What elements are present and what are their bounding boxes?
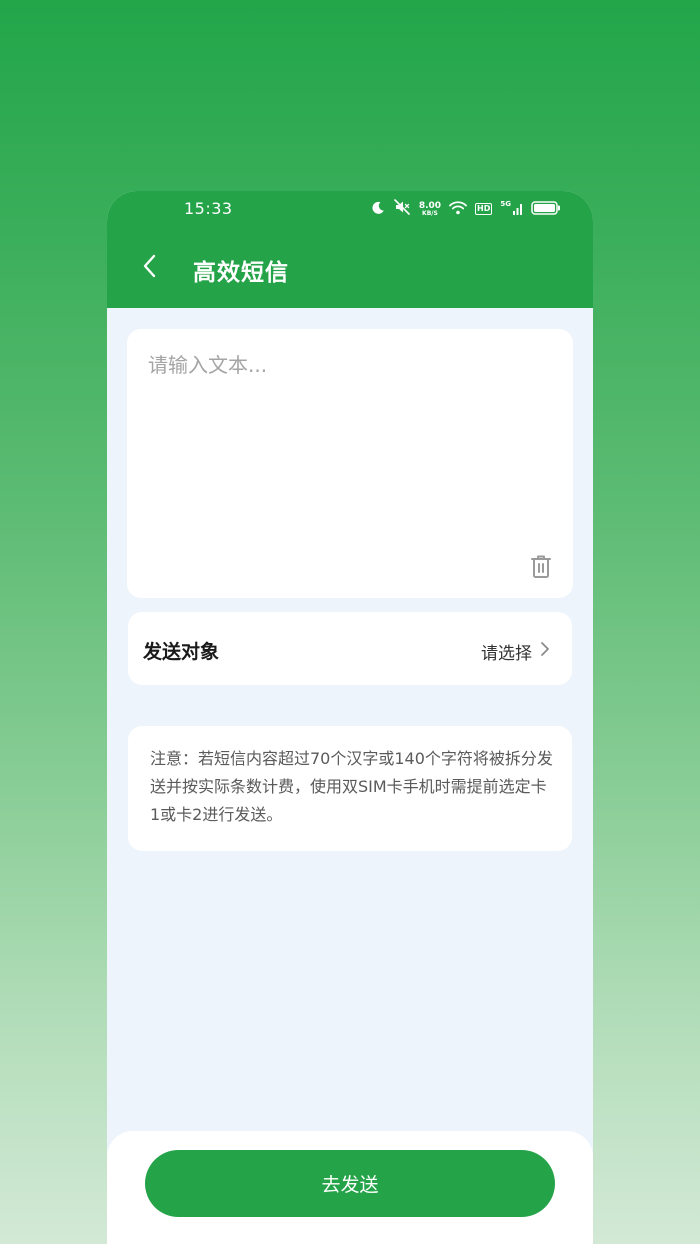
hd-badge: HD: [475, 203, 493, 215]
battery-icon: [531, 200, 561, 219]
chevron-right-icon: [540, 640, 550, 658]
mute-icon: [393, 199, 411, 219]
trash-icon: [530, 555, 552, 584]
back-button[interactable]: [135, 251, 165, 285]
signal-icon: [513, 200, 523, 219]
message-card: [127, 329, 573, 598]
status-bar: 15:33 8.00 KB/S HD 5G: [107, 191, 593, 231]
wifi-icon: [449, 200, 467, 219]
app-header: 高效短信: [107, 231, 593, 308]
network-gen: 5G: [500, 199, 511, 208]
net-speed: 8.00 KB/S: [419, 201, 441, 217]
clear-message-button[interactable]: [530, 554, 552, 580]
recipient-selector[interactable]: 发送对象 请选择: [128, 612, 572, 685]
page-title: 高效短信: [193, 260, 289, 286]
notice-card: 注意：若短信内容超过70个汉字或140个字符将被拆分发送并按实际条数计费，使用双…: [128, 726, 572, 851]
signal-indicator: 5G: [500, 200, 523, 219]
recipient-value: 请选择: [481, 644, 532, 664]
send-button[interactable]: 去发送: [145, 1150, 555, 1217]
net-speed-unit: KB/S: [422, 209, 438, 217]
bottom-action-bar: 去发送: [107, 1131, 593, 1244]
status-icons: 8.00 KB/S HD 5G: [371, 197, 561, 221]
recipient-label: 发送对象: [143, 641, 220, 663]
chevron-left-icon: [143, 254, 157, 282]
message-input[interactable]: [148, 349, 548, 539]
notice-text: 注意：若短信内容超过70个汉字或140个字符将被拆分发送并按实际条数计费，使用双…: [150, 749, 553, 824]
status-time: 15:33: [184, 199, 233, 218]
app-screen: 15:33 8.00 KB/S HD 5G 高效短信 请输入文本... 发送对象…: [107, 191, 593, 1244]
moon-icon: [371, 200, 385, 219]
